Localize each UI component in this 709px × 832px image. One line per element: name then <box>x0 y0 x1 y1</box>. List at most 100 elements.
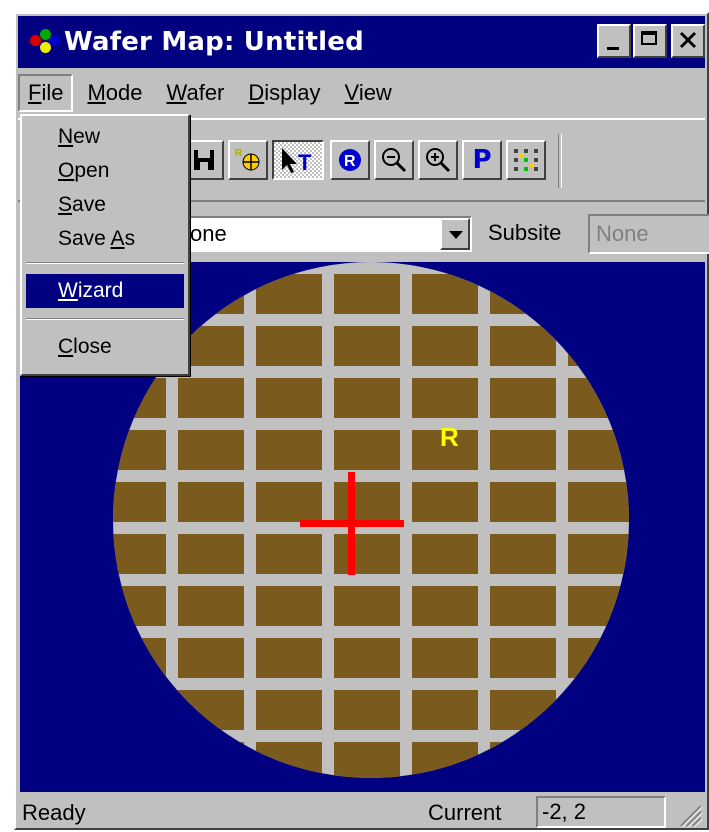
die-cell[interactable] <box>490 326 556 366</box>
die-cell[interactable] <box>568 274 634 314</box>
die-cell[interactable] <box>256 690 322 730</box>
zoom-out-button[interactable] <box>374 140 414 180</box>
die-cell[interactable] <box>568 534 634 574</box>
menu-display[interactable]: Display <box>238 74 330 112</box>
die-cell[interactable] <box>568 430 634 470</box>
die-cell[interactable] <box>568 742 634 782</box>
die-cell[interactable] <box>334 274 400 314</box>
die-cell[interactable] <box>334 690 400 730</box>
grid-button[interactable] <box>506 140 546 180</box>
die-cell[interactable] <box>490 742 556 782</box>
die-cell[interactable] <box>178 586 244 626</box>
menu-wafer[interactable]: Wafer <box>157 74 235 112</box>
die-cell[interactable] <box>646 326 705 366</box>
die-cell[interactable] <box>100 378 166 418</box>
die-cell[interactable] <box>646 378 705 418</box>
die-cell[interactable] <box>178 690 244 730</box>
menu-mode[interactable]: Mode <box>77 74 152 112</box>
die-cell[interactable] <box>412 274 478 314</box>
die-cell[interactable] <box>568 326 634 366</box>
die-cell[interactable] <box>490 638 556 678</box>
resize-grip-icon[interactable] <box>675 800 703 828</box>
reference-site-button[interactable]: R <box>228 140 268 180</box>
die-cell[interactable] <box>256 638 322 678</box>
die-cell[interactable] <box>334 482 400 522</box>
die-cell[interactable] <box>256 742 322 782</box>
maximize-button[interactable] <box>633 24 667 58</box>
die-cell[interactable] <box>256 534 322 574</box>
die-cell[interactable] <box>22 638 88 678</box>
select-text-button[interactable]: T <box>272 140 324 180</box>
die-cell[interactable] <box>412 326 478 366</box>
die-cell[interactable] <box>178 638 244 678</box>
die-cell[interactable] <box>100 482 166 522</box>
die-cell[interactable] <box>646 274 705 314</box>
die-cell[interactable] <box>100 430 166 470</box>
menu-file[interactable]: File <box>18 74 74 112</box>
probe-button[interactable]: P <box>462 140 502 180</box>
menu-view[interactable]: View <box>335 74 402 112</box>
die-cell[interactable] <box>646 482 705 522</box>
die-cell[interactable] <box>178 482 244 522</box>
die-cell[interactable] <box>22 534 88 574</box>
die-cell[interactable] <box>412 534 478 574</box>
die-cell[interactable] <box>334 742 400 782</box>
die-cell[interactable] <box>22 586 88 626</box>
die-cell[interactable] <box>646 534 705 574</box>
menu-item-wizard[interactable]: Wizard <box>26 274 184 308</box>
die-cell[interactable] <box>256 378 322 418</box>
die-cell[interactable] <box>334 638 400 678</box>
die-cell[interactable] <box>334 430 400 470</box>
die-cell[interactable] <box>22 742 88 782</box>
die-cell[interactable] <box>490 378 556 418</box>
die-cell[interactable] <box>568 378 634 418</box>
die-cell[interactable] <box>412 482 478 522</box>
die-cell[interactable] <box>490 482 556 522</box>
die-cell[interactable] <box>178 534 244 574</box>
menu-item-open[interactable]: Open <box>26 154 184 188</box>
die-cell[interactable] <box>22 430 88 470</box>
die-cell[interactable] <box>256 586 322 626</box>
minimize-button[interactable] <box>597 24 631 58</box>
die-cell[interactable] <box>568 638 634 678</box>
die-cell[interactable] <box>256 274 322 314</box>
die-cell[interactable] <box>100 742 166 782</box>
die-cell[interactable] <box>22 690 88 730</box>
die-cell[interactable] <box>412 586 478 626</box>
menu-item-close[interactable]: Close <box>26 330 184 364</box>
close-button[interactable] <box>671 24 705 58</box>
die-cell[interactable] <box>412 742 478 782</box>
die-cell[interactable] <box>334 586 400 626</box>
die-cell[interactable] <box>490 586 556 626</box>
die-cell[interactable] <box>334 378 400 418</box>
menu-item-save[interactable]: Save <box>26 188 184 222</box>
die-cell[interactable] <box>100 638 166 678</box>
die-cell[interactable] <box>568 482 634 522</box>
die-cell[interactable] <box>568 586 634 626</box>
die-cell[interactable] <box>100 534 166 574</box>
die-cell[interactable] <box>256 482 322 522</box>
die-cell[interactable] <box>100 690 166 730</box>
die-cell[interactable] <box>256 326 322 366</box>
save-button[interactable] <box>184 140 224 180</box>
die-cell[interactable] <box>412 690 478 730</box>
die-cell[interactable] <box>334 326 400 366</box>
die-cell[interactable] <box>490 274 556 314</box>
die-cell[interactable] <box>490 430 556 470</box>
die-cell[interactable] <box>646 430 705 470</box>
site-dropdown-button[interactable] <box>440 218 470 250</box>
die-cell[interactable] <box>490 534 556 574</box>
menu-item-save-as[interactable]: Save As <box>26 222 184 256</box>
die-cell[interactable] <box>178 430 244 470</box>
die-cell[interactable] <box>646 586 705 626</box>
die-cell[interactable] <box>646 690 705 730</box>
die-cell[interactable] <box>22 378 88 418</box>
die-cell[interactable] <box>490 690 556 730</box>
app-icon[interactable] <box>28 27 60 57</box>
die-cell[interactable] <box>412 638 478 678</box>
die-cell[interactable] <box>334 534 400 574</box>
subsite-field[interactable]: None <box>588 214 709 254</box>
die-cell[interactable] <box>178 742 244 782</box>
die-cell[interactable] <box>256 430 322 470</box>
die-cell[interactable] <box>412 378 478 418</box>
